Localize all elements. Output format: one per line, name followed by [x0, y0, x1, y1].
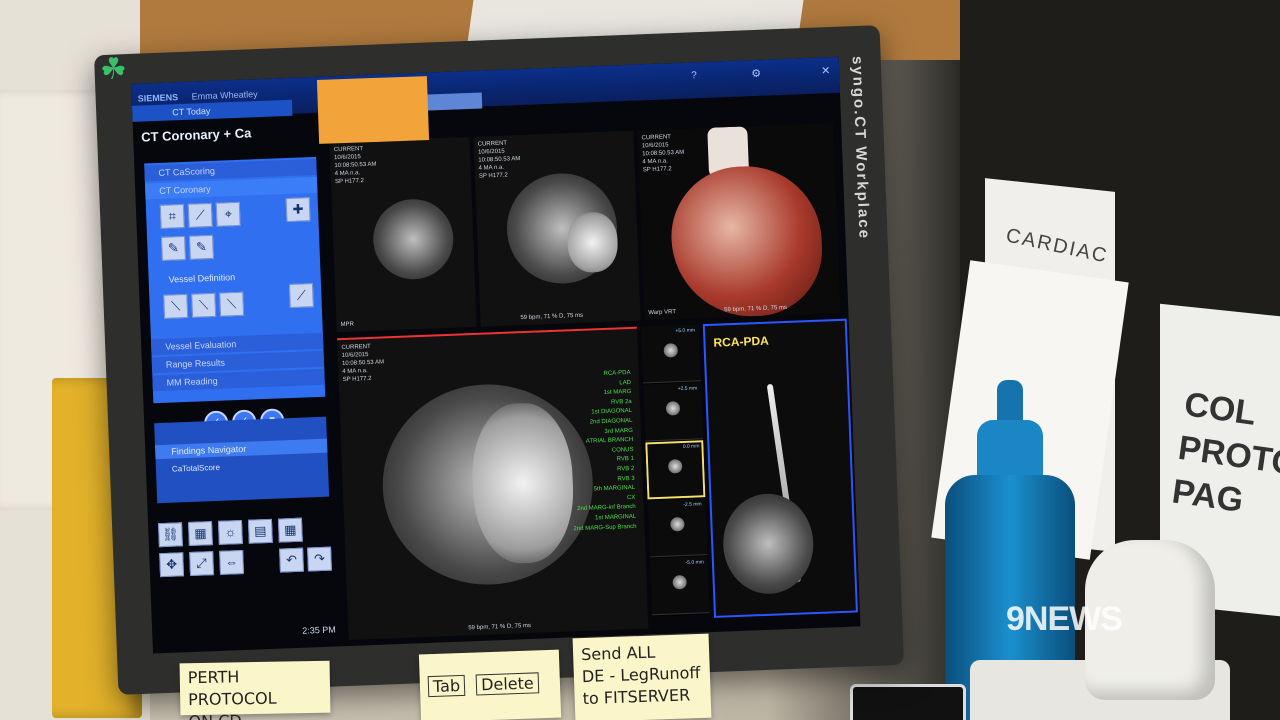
help-icon[interactable]: ?	[691, 70, 697, 81]
move-icon[interactable]: ✥	[159, 552, 185, 578]
orange-sticky-note	[316, 76, 430, 144]
settings-icon[interactable]: ⚙	[751, 67, 761, 80]
9news-watermark: 9NEWS	[1006, 600, 1123, 638]
user-name: Emma Wheatley	[191, 89, 258, 102]
cross-tool-icon[interactable]: ✚	[285, 197, 311, 223]
curved-mpr-pane[interactable]: RCA-PDA	[702, 318, 858, 618]
pen-tool-icon[interactable]: ✎	[161, 235, 186, 261]
axial-pane[interactable]: CURRENT 10/6/2015 10:08:50.53 AM 4 MA n.a. S…	[337, 326, 649, 640]
monitor: syngo.CT Workplace SIEMENS Emma Wheatley…	[94, 25, 904, 695]
vrt-pane[interactable]: CURRENT 10/6/2015 10:08:50.53 AM 4 MA n.a. S…	[637, 122, 841, 321]
clover-clip-icon: ☘	[100, 53, 127, 86]
workflow-panel: CT CaScoring CT Coronary ⌗ ⟋ ⌖ ✚ ✎ ✎ Ves…	[144, 156, 326, 404]
binder-label: COL PROTO PAG	[1169, 385, 1280, 520]
vessel-list: RCA-PDA LAD 1st MARG RVB 2a 1st DIAGONAL 2nd…	[573, 369, 637, 532]
send-fitserver-note: Send ALL DE - LegRunoff to FITSERVER	[572, 633, 712, 720]
vessel-tool-icon[interactable]: ⟋	[187, 202, 213, 228]
undo-icon[interactable]: ↶	[279, 547, 304, 573]
siemens-logo: SIEMENS	[137, 92, 179, 104]
trim-tool-icon[interactable]: ⟍	[219, 291, 245, 317]
link-icon[interactable]: ⛓	[158, 522, 183, 548]
findings-navigator: Findings Navigator CaTotalScore	[154, 416, 330, 504]
sun-icon[interactable]: ☼	[217, 519, 243, 545]
brush-tool-icon[interactable]: ✎	[189, 234, 214, 260]
probe-tool-icon[interactable]: ⌖	[215, 201, 241, 227]
screen: SIEMENS Emma Wheatley ? ⚙ ✕ CT Today CT …	[131, 56, 861, 654]
tab-delete-note: Tab Delete	[418, 649, 562, 720]
centerline-tool-icon[interactable]: ⟍	[163, 293, 189, 319]
mpr-pane-1[interactable]: CURRENT 10/6/2015 10:08:50.53 AM 4 MA n.a. S…	[329, 136, 477, 333]
clock: 2:35 PM	[302, 624, 336, 636]
photo-scene: CARDIAC COL PROTO PAG syngo.CT Workplace…	[0, 0, 1280, 720]
workflow-title: CT Coronary + Ca	[140, 125, 252, 145]
grid-icon[interactable]: ▦	[277, 517, 303, 543]
workplace-brand: syngo.CT Workplace	[848, 55, 873, 241]
perth-protocol-note: PERTH PROTOCOLON CD	[179, 660, 331, 720]
extend-tool-icon[interactable]: ⟍	[191, 292, 217, 318]
phone	[850, 684, 966, 720]
zoom-icon[interactable]: ⤢	[189, 551, 215, 577]
redo-icon[interactable]: ↷	[307, 546, 332, 572]
mpr-pane-2[interactable]: CURRENT 10/6/2015 10:08:50.53 AM 4 MA n.a. S…	[473, 130, 641, 327]
vessel-definition-label: Vessel Definition	[168, 272, 236, 285]
select-tool-icon[interactable]: ⌗	[159, 203, 185, 229]
close-icon[interactable]: ✕	[821, 64, 831, 77]
rca-pda-label: RCA-PDA	[713, 333, 770, 350]
bottom-toolbar: ⛓ ▦ ☼ ▤ ▦ ✥ ⤢ ⇔ ↶ ↷	[158, 517, 332, 584]
findings-row[interactable]: CaTotalScore	[172, 463, 220, 474]
pan-icon[interactable]: ⇔	[219, 549, 245, 575]
edit-tool-icon[interactable]: ⟋	[288, 283, 314, 308]
findings-title: Findings Navigator	[155, 438, 328, 460]
window-icon[interactable]: ▦	[187, 521, 213, 547]
cross-section-strip[interactable]: +5.0 mm +2.5 mm 0.0 mm -2.5 mm -5.0 mm	[640, 324, 710, 617]
layout-icon[interactable]: ▤	[247, 518, 273, 544]
